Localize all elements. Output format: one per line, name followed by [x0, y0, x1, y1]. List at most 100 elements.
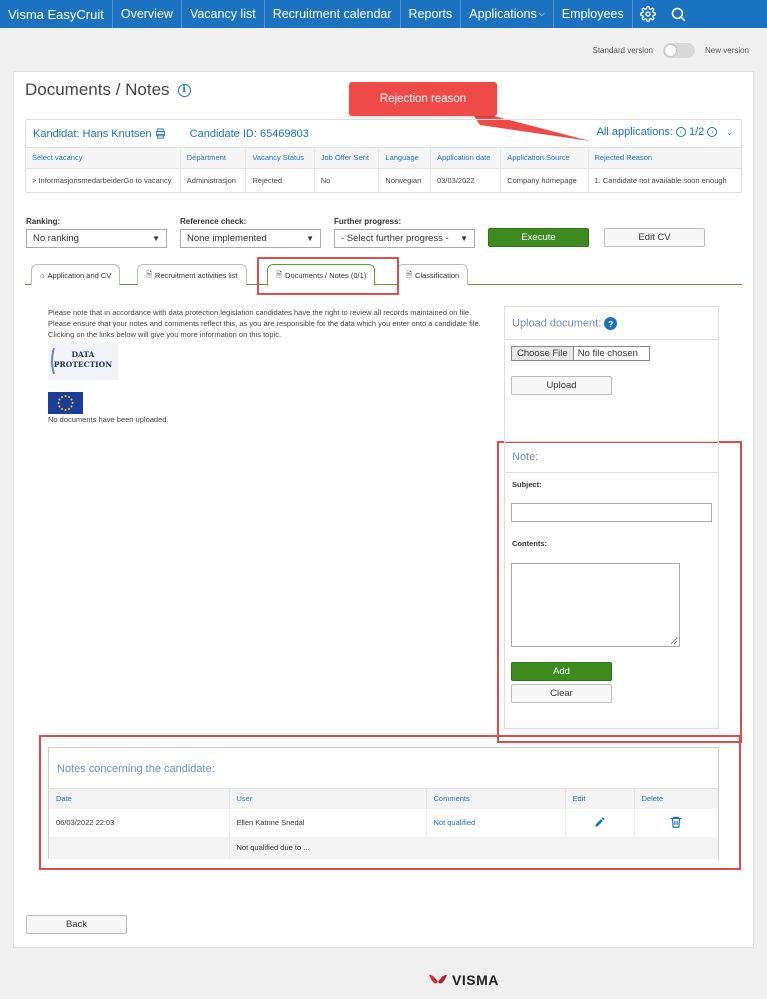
clear-note-button[interactable]: Clear: [511, 684, 612, 703]
help-icon[interactable]: ?: [604, 317, 618, 330]
chevron-down-icon: ▼: [152, 234, 160, 243]
version-switch: Standard version New version: [592, 43, 749, 58]
footer-brand: VISMA: [452, 972, 499, 988]
nav-applications[interactable]: Applications ⌵: [461, 0, 554, 28]
settings-button[interactable]: [633, 0, 663, 28]
note-comment[interactable]: Not qualified: [426, 808, 566, 837]
info-icon[interactable]: i: [177, 83, 191, 97]
resize-handle-icon[interactable]: [670, 637, 678, 645]
note-title: Note:: [512, 451, 539, 463]
upload-button[interactable]: Upload: [511, 376, 612, 395]
delete-cell: [634, 809, 718, 837]
footer-logo: VISMA: [428, 972, 499, 988]
note-user: Ellen Katrine Snedal: [229, 808, 427, 837]
progress-value: - Select further progress -: [341, 233, 449, 244]
nav-recruitment-calendar[interactable]: Recruitment calendar: [265, 0, 401, 28]
data-protection-logo[interactable]: Data Protection: [48, 342, 118, 380]
nav-overview[interactable]: Overview: [113, 0, 182, 28]
trash-icon[interactable]: [669, 815, 683, 829]
note-date: 06/03/2022 22:03: [49, 808, 230, 837]
detail-spacer: [49, 836, 230, 859]
ranking-select[interactable]: No ranking ▼: [26, 229, 167, 248]
go-to-vacancy-link[interactable]: Go to vacancy: [124, 176, 172, 185]
note-detail: Not qualified due to ...: [229, 836, 718, 859]
col-department: Department: [180, 148, 247, 169]
offer-cell: No: [314, 168, 380, 192]
progress-select[interactable]: - Select further progress - ▼: [334, 229, 475, 248]
progress-label: Further progress:: [334, 217, 402, 226]
back-button[interactable]: Back: [26, 915, 127, 934]
col-rejected-reason: Rejected Reason: [588, 148, 741, 169]
date-cell: 03/03/2022: [430, 168, 502, 192]
reason-cell: 1. Candidate not available soon enough: [594, 175, 727, 185]
department-cell: Administrasjon: [180, 168, 247, 192]
document-icon: 🗎: [146, 269, 153, 279]
tab-recruitment-activities[interactable]: 🗎 Recruitment activities list: [137, 264, 247, 285]
nav-employees[interactable]: Employees: [554, 0, 633, 28]
logo-line-2: Protection: [53, 360, 113, 369]
print-icon[interactable]: [155, 128, 166, 139]
notes-panel: Notes concerning the candidate: Date Use…: [48, 747, 719, 859]
new-version-label: New version: [704, 46, 749, 55]
file-input[interactable]: Choose File No file chosen: [511, 346, 650, 361]
visma-logo-icon: [429, 974, 447, 984]
chevron-down-icon[interactable]: ⌄: [726, 128, 733, 137]
table-row: > InformasjonsmedarbeiderGo to vacancy A…: [26, 168, 741, 192]
no-documents-text: No documents have been uploaded.: [48, 415, 169, 424]
candidate-header: Kandidat: Hans Knutsen Candidate ID: 654…: [26, 120, 741, 148]
document-icon: 🗎: [406, 269, 413, 279]
tab-classification[interactable]: 🗎 Classification: [397, 264, 469, 285]
subject-input[interactable]: [511, 503, 712, 522]
execute-button[interactable]: Execute: [488, 228, 589, 247]
eu-stars-icon: [57, 395, 74, 411]
eu-flag-logo[interactable]: [48, 392, 83, 414]
edit-cv-button[interactable]: Edit CV: [604, 228, 705, 247]
add-note-button[interactable]: Add: [511, 662, 612, 681]
nav-vacancy-list[interactable]: Vacancy list: [182, 0, 265, 28]
note-top-divider: [505, 441, 718, 442]
vacancy-table-header: Select vacancy Department Vacancy Status…: [26, 148, 741, 169]
tab-application-cv[interactable]: ⌂ Application and CV: [31, 264, 121, 285]
version-toggle[interactable]: [662, 43, 695, 58]
chevron-left-icon[interactable]: ‹: [676, 127, 686, 137]
pencil-icon[interactable]: [594, 816, 606, 828]
tab-label: Recruitment activities list: [155, 270, 238, 280]
gear-icon: [639, 6, 656, 22]
chevron-down-icon: ▼: [306, 234, 314, 243]
edit-cell: [565, 808, 635, 837]
page-title-text: Documents / Notes: [25, 80, 170, 99]
col-user: User: [229, 788, 427, 809]
table-row-detail: Not qualified due to ...: [49, 836, 718, 859]
top-navigation: Visma EasyCruit Overview Vacancy list Re…: [0, 0, 767, 28]
note-divider: [505, 472, 718, 473]
brand-logo[interactable]: Visma EasyCruit: [0, 0, 113, 28]
file-status: No file chosen: [577, 348, 638, 359]
search-button[interactable]: [663, 0, 694, 28]
status-cell: Rejected: [245, 168, 315, 192]
vacancy-cell: > InformasjonsmedarbeiderGo to vacancy: [26, 168, 181, 192]
vacancy-table: Select vacancy Department Vacancy Status…: [26, 148, 741, 192]
tab-label: Application and CV: [47, 270, 112, 280]
contents-label: Contents:: [512, 539, 547, 548]
choose-file-button[interactable]: Choose File: [512, 347, 574, 360]
language-cell: Norwegian: [378, 168, 432, 192]
col-select-vacancy: Select vacancy: [26, 148, 181, 169]
standard-version-label: Standard version: [592, 46, 653, 55]
table-row: 06/03/2022 22:03 Ellen Katrine Snedal No…: [49, 808, 718, 837]
nav-reports[interactable]: Reports: [401, 0, 462, 28]
chevron-right-icon[interactable]: ›: [707, 127, 718, 137]
notes-table: Date User Comments Edit Delete 06/03/202…: [49, 788, 718, 859]
col-edit: Edit: [565, 788, 635, 809]
ranking-value: No ranking: [33, 233, 79, 244]
upload-title: Upload document:?: [512, 317, 618, 330]
reference-select[interactable]: None implemented ▼: [180, 229, 321, 248]
rejection-reason-callout: Rejection reason: [349, 82, 497, 116]
nav-applications-label: Applications: [469, 7, 537, 21]
upload-title-text: Upload document:: [512, 317, 602, 330]
contents-textarea[interactable]: [511, 563, 680, 647]
vacancy-name[interactable]: > Informasjonsmedarbeider: [32, 176, 124, 185]
col-delete: Delete: [634, 788, 718, 809]
candidate-id: Candidate ID: 65469803: [189, 127, 309, 140]
data-protection-logo-text: Data Protection: [48, 350, 118, 370]
col-application-date: Application date: [430, 148, 502, 169]
